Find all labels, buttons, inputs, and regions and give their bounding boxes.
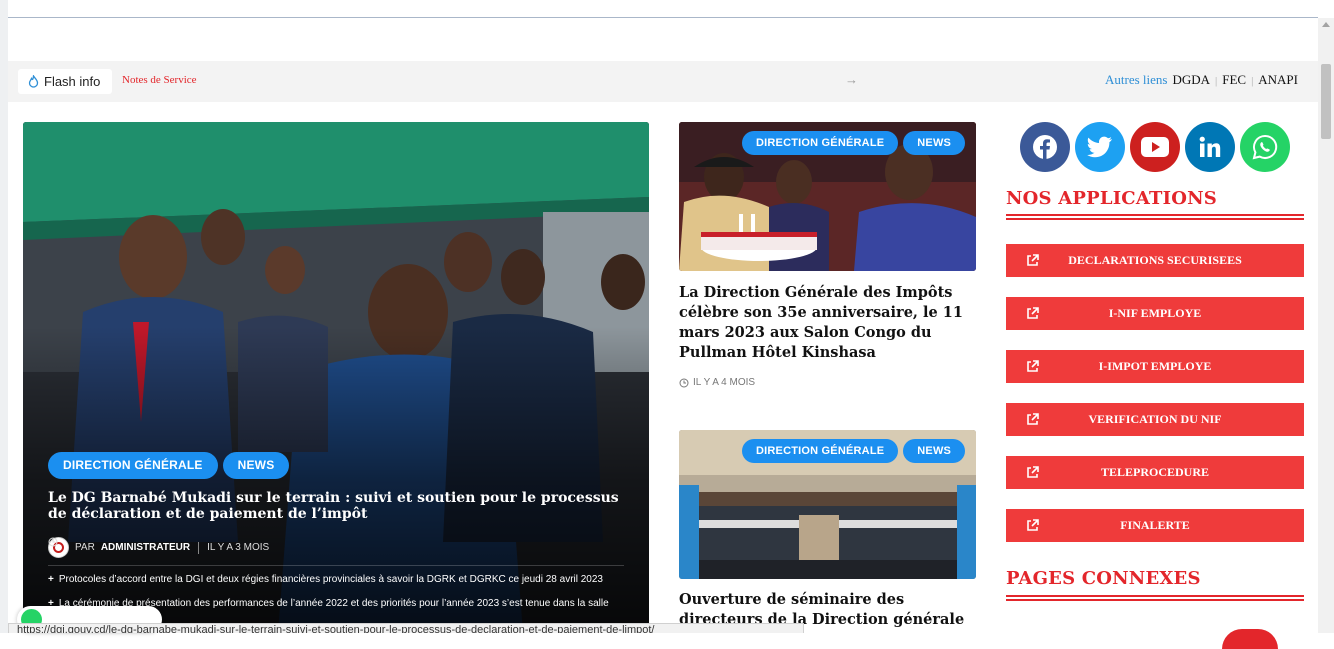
applications-heading: NOS APPLICATIONS	[1006, 188, 1217, 209]
app-button-i-impot-employe[interactable]: I-IMPOT EMPLOYE	[1006, 350, 1304, 383]
app-button-i-nif-employe[interactable]: I-NIF EMPLOYE	[1006, 297, 1304, 330]
app-button-label: I-NIF EMPLOYE	[1108, 306, 1202, 320]
scroll-to-top-button[interactable]	[1222, 629, 1278, 649]
hero-divider	[48, 565, 624, 566]
external-link-icon	[1027, 360, 1039, 372]
app-button-label: VERIFICATION DU NIF	[1088, 412, 1222, 426]
other-links: Autres liens DGDA | FEC | ANAPI	[1105, 72, 1298, 88]
card-2-tags: DIRECTION GÉNÉRALE NEWS	[742, 439, 966, 463]
app-button-label: DECLARATIONS SECURISEES	[1068, 253, 1242, 267]
youtube-icon[interactable]	[1130, 122, 1180, 172]
link-separator: |	[1215, 75, 1218, 87]
app-button-label: TELEPROCEDURE	[1100, 465, 1210, 479]
external-link-icon	[1027, 519, 1039, 531]
header-divider	[8, 17, 1318, 18]
link-dgda[interactable]: DGDA	[1172, 72, 1210, 88]
applications-heading-rule	[1006, 214, 1304, 220]
card-2-image[interactable]: DIRECTION GÉNÉRALE NEWS	[679, 430, 976, 579]
link-separator: |	[1251, 75, 1254, 87]
plus-icon: +	[48, 574, 54, 585]
pages-connexes-heading-rule	[1006, 595, 1304, 601]
window-left-edge	[0, 0, 8, 633]
tag-news[interactable]: NEWS	[222, 452, 290, 479]
browser-status-url: https://dgi.gouv.cd/le-dg-barnabe-mukadi…	[8, 623, 804, 633]
app-button-verification-du-nif[interactable]: VERIFICATION DU NIF	[1006, 403, 1304, 436]
pages-connexes-heading: PAGES CONNEXES	[1006, 568, 1201, 589]
external-link-icon	[1027, 254, 1039, 266]
link-anapi[interactable]: ANAPI	[1258, 72, 1298, 88]
hero-article[interactable]: DIRECTION GÉNÉRALE NEWS Le DG Barnabé Mu…	[23, 122, 649, 633]
card-1-meta: IL Y A 4 MOIS	[679, 377, 755, 388]
external-link-icon	[1027, 466, 1039, 478]
clock-icon	[48, 537, 58, 547]
app-button-label: FINALERTE	[1120, 518, 1190, 532]
tag-direction-generale[interactable]: DIRECTION GÉNÉRALE	[742, 131, 899, 155]
related-link-text[interactable]: Protocoles d’accord entre la DGI et deux…	[59, 574, 603, 585]
app-button-declarations-securisees[interactable]: DECLARATIONS SECURISEES	[1006, 244, 1304, 277]
external-link-icon	[1027, 413, 1039, 425]
by-prefix: PAR	[75, 542, 95, 553]
notes-de-service-link[interactable]: Notes de Service	[122, 74, 197, 86]
flash-info-label: Flash info	[18, 69, 112, 94]
tag-direction-generale[interactable]: DIRECTION GÉNÉRALE	[742, 439, 899, 463]
author-name[interactable]: ADMINISTRATEUR	[101, 542, 190, 553]
external-link-icon	[1027, 307, 1039, 319]
app-button-teleprocedure[interactable]: TELEPROCEDURE	[1006, 456, 1304, 489]
card-1-image[interactable]: DIRECTION GÉNÉRALE NEWS	[679, 122, 976, 271]
tag-news[interactable]: NEWS	[903, 439, 966, 463]
hero-time: IL Y A 3 MOIS	[207, 542, 270, 553]
card-1-tags: DIRECTION GÉNÉRALE NEWS	[742, 131, 966, 155]
flash-info-bar: Flash info Notes de Service → Autres lie…	[8, 61, 1318, 102]
app-button-finalerte[interactable]: FINALERTE	[1006, 509, 1304, 542]
hero-title[interactable]: Le DG Barnabé Mukadi sur le terrain : su…	[48, 490, 638, 522]
meta-divider	[198, 541, 200, 554]
related-link-1[interactable]: + Protocoles d’accord entre la DGI et de…	[48, 574, 603, 585]
page-scrollbar[interactable]	[1318, 18, 1334, 633]
link-fec[interactable]: FEC	[1222, 72, 1246, 88]
scroll-up-arrow-icon[interactable]	[1322, 22, 1330, 27]
linkedin-icon[interactable]	[1185, 122, 1235, 172]
tag-direction-generale[interactable]: DIRECTION GÉNÉRALE	[48, 452, 218, 479]
twitter-icon[interactable]	[1075, 122, 1125, 172]
social-links	[1020, 122, 1290, 172]
card-1-title[interactable]: La Direction Générale des Impôts célèbre…	[679, 283, 976, 363]
flash-next-arrow-icon[interactable]: →	[845, 72, 858, 87]
clock-icon	[679, 378, 689, 387]
flame-icon	[28, 75, 39, 88]
tag-news[interactable]: NEWS	[903, 131, 966, 155]
other-links-label: Autres liens	[1104, 72, 1168, 87]
facebook-icon[interactable]	[1020, 122, 1070, 172]
hero-tags: DIRECTION GÉNÉRALE NEWS	[48, 452, 290, 479]
hero-meta: PAR ADMINISTRATEUR IL Y A 3 MOIS	[48, 537, 269, 558]
scroll-thumb[interactable]	[1321, 64, 1331, 139]
whatsapp-icon[interactable]	[1240, 122, 1290, 172]
app-button-label: I-IMPOT EMPLOYE	[1098, 359, 1212, 373]
card-1-time: IL Y A 4 MOIS	[693, 377, 756, 388]
flash-info-text: Flash info	[44, 74, 101, 89]
